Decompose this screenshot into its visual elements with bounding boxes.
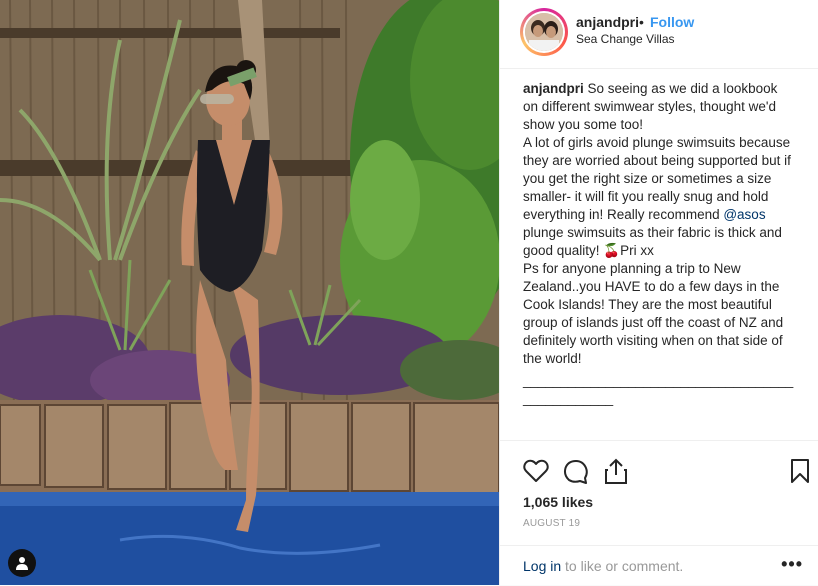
save-button[interactable] [790,458,810,487]
header-separator: • [639,14,644,30]
instagram-post: anjandpri • Follow Sea Change Villas anj… [0,0,818,585]
avatar-image [525,13,563,51]
header-username[interactable]: anjandpri [576,14,639,30]
comment-icon [563,460,588,484]
user-tag-button[interactable] [8,549,36,577]
share-icon [605,458,627,484]
share-button[interactable] [604,457,628,488]
like-button[interactable] [523,459,549,486]
login-prompt-text: to like or comment. [561,558,684,574]
avatar-inner [523,11,565,53]
heart-icon [523,459,549,482]
caption-paragraph-3: Ps for anyone planning a trip to New Zea… [523,260,795,368]
post-date: AUGUST 19 [523,518,581,529]
comment-bar: Log in to like or comment. ••• [500,545,818,586]
more-options-icon[interactable]: ••• [781,554,803,575]
post-caption: anjandpri So seeing as we did a lookbook… [523,80,795,408]
login-link[interactable]: Log in [523,558,561,574]
post-photo-image [0,0,499,585]
post-photo[interactable] [0,0,499,585]
caption-divider: ________________________________________… [523,372,795,408]
post-sidebar: anjandpri • Follow Sea Change Villas anj… [499,0,818,585]
caption-text-2b: plunge swimsuits as their fabric is thic… [523,225,782,258]
caption-text-3: Ps for anyone planning a trip to New Zea… [523,261,784,366]
location-link[interactable]: Sea Change Villas [576,32,675,46]
caption-paragraph-1: anjandpri So seeing as we did a lookbook… [523,80,795,134]
post-actions: 1,065 likes AUGUST 19 [500,440,818,551]
caption-divider-text: ________________________________________… [523,373,794,406]
user-tag-icon [16,557,28,570]
profile-avatar[interactable] [520,8,568,56]
bookmark-icon [791,459,809,483]
follow-button[interactable]: Follow [650,14,694,30]
likes-count[interactable]: 1,065 likes [523,494,593,510]
avatar-photo [525,13,563,51]
mention-link[interactable]: @asos [723,207,765,222]
post-header: anjandpri • Follow Sea Change Villas [500,0,818,69]
caption-paragraph-2: A lot of girls avoid plunge swimsuits be… [523,134,795,260]
caption-username[interactable]: anjandpri [523,81,584,96]
comment-button[interactable] [563,459,589,488]
login-prompt: Log in to like or comment. [523,558,683,574]
